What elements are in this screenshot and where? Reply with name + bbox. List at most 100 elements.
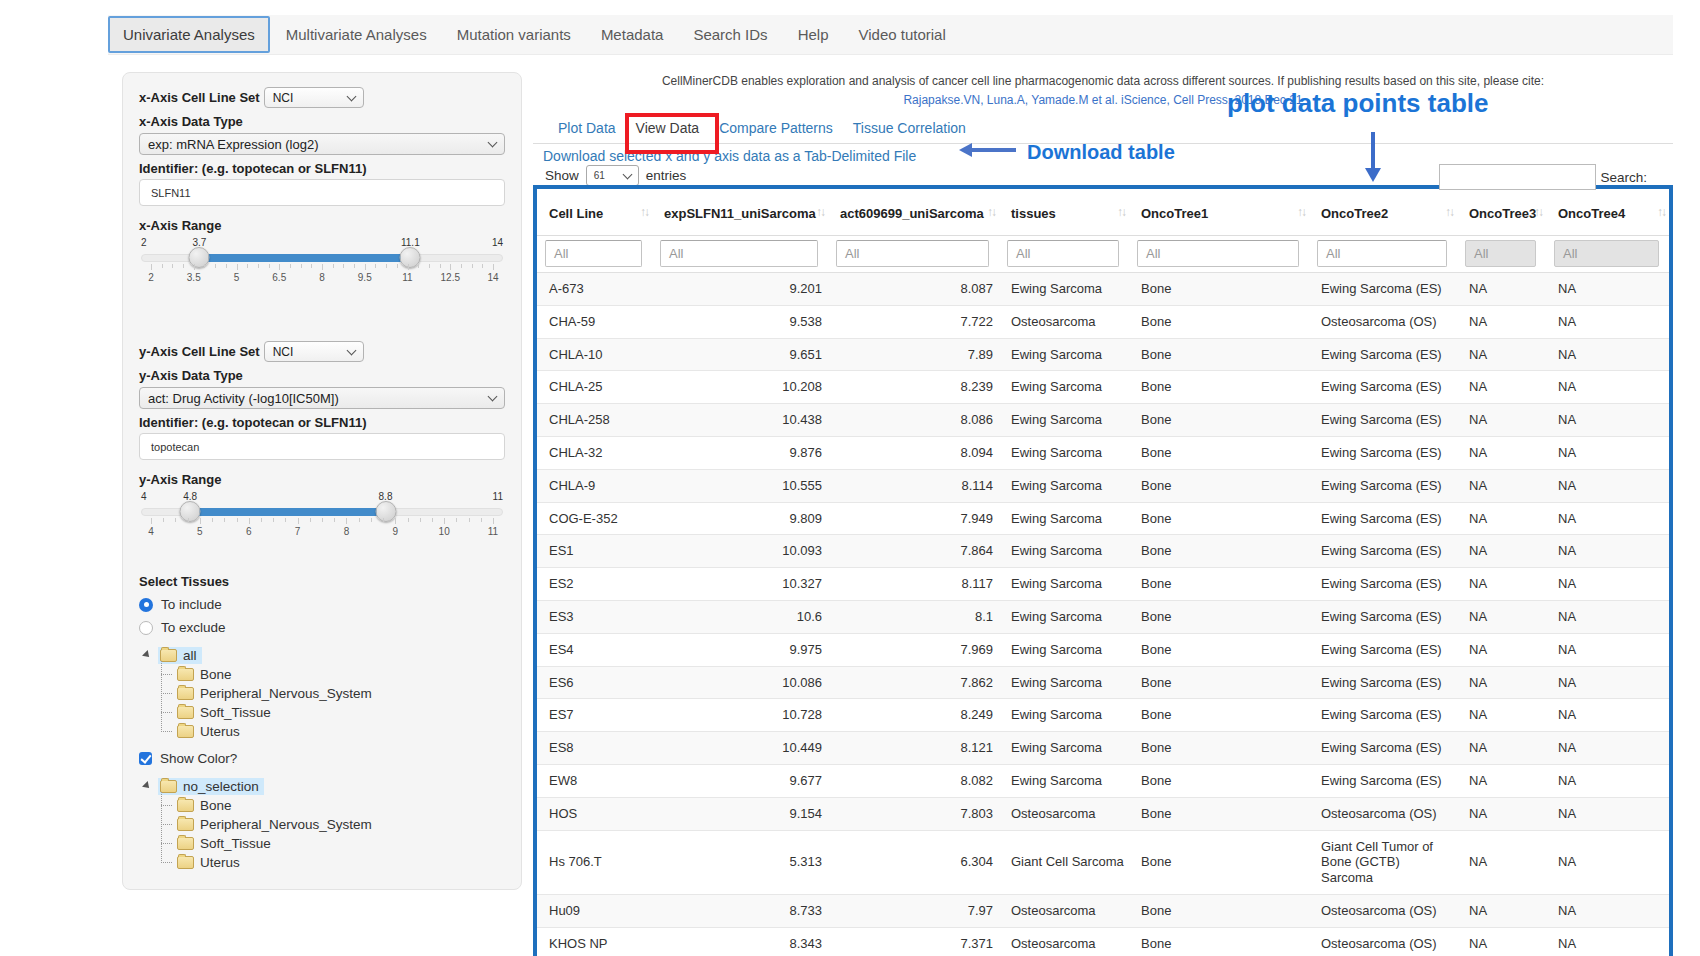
table-row-es8: ES810.4498.121Ewing SarcomaBoneEwing Sar… <box>537 732 1669 765</box>
cell-act609699-unisarcoma: 7.864 <box>828 535 999 568</box>
y-axis-data-type-select[interactable]: act: Drug Activity (-log10[IC50M]) <box>139 387 505 409</box>
cell-oncotree3: NA <box>1457 535 1546 568</box>
y-axis-range-label: y-Axis Range <box>139 472 505 487</box>
x-axis-identifier-input[interactable]: SLFN11 <box>139 179 505 206</box>
cell-cell-line: ES4 <box>537 633 652 666</box>
cell-cell-line: Hu09 <box>537 894 652 927</box>
tree-node-bone[interactable]: Bone <box>139 665 505 684</box>
nav-tab-metadata[interactable]: Metadata <box>601 26 664 43</box>
cell-expslfn11-unisarcoma: 9.975 <box>652 633 828 666</box>
filter-input-oncotree4[interactable]: All <box>1554 240 1659 267</box>
y-axis-identifier-input[interactable]: topotecan <box>139 433 505 460</box>
column-header-oncotree2[interactable]: OncoTree2↑↓ <box>1309 189 1457 236</box>
filter-input-act609699-unisarcoma[interactable]: All <box>836 240 989 267</box>
column-header-oncotree4[interactable]: OncoTree4↑↓ <box>1546 189 1669 236</box>
nav-tab-search-ids[interactable]: Search IDs <box>693 26 767 43</box>
cell-oncotree3: NA <box>1457 894 1546 927</box>
column-header-act609699-unisarcoma[interactable]: act609699_uniSarcoma↑↓ <box>828 189 999 236</box>
chevron-down-icon <box>346 345 356 355</box>
cell-oncotree4: NA <box>1546 502 1669 535</box>
filter-input-expslfn11-unisarcoma[interactable]: All <box>660 240 818 267</box>
tree-node-uterus[interactable]: Uterus <box>139 853 505 872</box>
annotation-down-arrow-head <box>1365 168 1381 182</box>
cell-oncotree2: Ewing Sarcoma (ES) <box>1309 600 1457 633</box>
search-input[interactable] <box>1439 164 1596 190</box>
nav-tab-help[interactable]: Help <box>798 26 829 43</box>
tab-tissue-correlation[interactable]: Tissue Correlation <box>853 120 966 136</box>
cell-expslfn11-unisarcoma: 10.728 <box>652 699 828 732</box>
cell-tissues: Ewing Sarcoma <box>999 371 1129 404</box>
tree-expander-icon[interactable] <box>142 781 152 791</box>
sort-icon[interactable]: ↑↓ <box>1534 205 1542 220</box>
download-link[interactable]: Download selected x and y axis data as a… <box>543 148 916 164</box>
tree-expander-icon[interactable] <box>142 650 152 660</box>
tree-node-soft-tissue[interactable]: Soft_Tissue <box>139 703 505 722</box>
x-axis-data-type-select[interactable]: exp: mRNA Expression (log2) <box>139 133 505 155</box>
cell-oncotree4: NA <box>1546 568 1669 601</box>
tree-node-uterus[interactable]: Uterus <box>139 722 505 741</box>
cell-oncotree1: Bone <box>1129 600 1309 633</box>
sort-icon[interactable]: ↑↓ <box>1297 205 1305 220</box>
tree-node-no-selection[interactable]: no_selection <box>139 776 505 796</box>
tree-node-all[interactable]: all <box>139 645 505 665</box>
nav-tab-video-tutorial[interactable]: Video tutorial <box>858 26 945 43</box>
column-header-tissues[interactable]: tissues↑↓ <box>999 189 1129 236</box>
radio-to-exclude[interactable]: To exclude <box>139 620 505 635</box>
cell-tissues: Ewing Sarcoma <box>999 436 1129 469</box>
tree-node-peripheral-nervous-system[interactable]: Peripheral_Nervous_System <box>139 684 505 703</box>
cell-cell-line: ES7 <box>537 699 652 732</box>
x-axis-range-label: x-Axis Range <box>139 218 505 233</box>
tree-node-bone[interactable]: Bone <box>139 796 505 815</box>
column-header-oncotree1[interactable]: OncoTree1↑↓ <box>1129 189 1309 236</box>
cell-cell-line: ES6 <box>537 666 652 699</box>
slider-handle-from[interactable] <box>180 501 201 522</box>
x-axis-cell-line-set-select[interactable]: NCI <box>264 87 364 108</box>
sort-icon[interactable]: ↑↓ <box>1445 205 1453 220</box>
cell-oncotree1: Bone <box>1129 338 1309 371</box>
cell-oncotree3: NA <box>1457 764 1546 797</box>
filter-input-cell-line[interactable]: All <box>545 240 642 267</box>
column-header-cell-line[interactable]: Cell Line↑↓ <box>537 189 652 236</box>
tree-node-peripheral-nervous-system[interactable]: Peripheral_Nervous_System <box>139 815 505 834</box>
cell-act609699-unisarcoma: 6.304 <box>828 830 999 894</box>
table-row-es7: ES710.7288.249Ewing SarcomaBoneEwing Sar… <box>537 699 1669 732</box>
tree-node-soft-tissue[interactable]: Soft_Tissue <box>139 834 505 853</box>
y-axis-cell-line-set-select[interactable]: NCI <box>264 341 364 362</box>
sort-icon[interactable]: ↑↓ <box>987 205 995 220</box>
tab-compare-patterns[interactable]: Compare Patterns <box>719 120 833 136</box>
cell-oncotree1: Bone <box>1129 666 1309 699</box>
column-header-oncotree3[interactable]: OncoTree3↑↓ <box>1457 189 1546 236</box>
sort-icon[interactable]: ↑↓ <box>640 205 648 220</box>
slider-handle-to[interactable] <box>375 501 396 522</box>
nav-tab-univariate-analyses[interactable]: Univariate Analyses <box>108 16 270 53</box>
radio-to-include[interactable]: To include <box>139 597 505 612</box>
cell-oncotree1: Bone <box>1129 732 1309 765</box>
y-axis-range-slider[interactable]: 4114.88.84567891011 <box>141 491 503 543</box>
sort-icon[interactable]: ↑↓ <box>1657 205 1665 220</box>
folder-icon <box>177 837 194 850</box>
show-color-checkbox[interactable]: Show Color? <box>139 751 505 766</box>
citation-link[interactable]: Rajapakse.VN, Luna.A, Yamade.M et al. iS… <box>533 93 1673 107</box>
cell-oncotree1: Bone <box>1129 633 1309 666</box>
cell-oncotree4: NA <box>1546 666 1669 699</box>
filter-input-oncotree2[interactable]: All <box>1317 240 1447 267</box>
folder-icon <box>177 687 194 700</box>
entries-select[interactable]: 61 <box>586 165 639 186</box>
cell-oncotree2: Ewing Sarcoma (ES) <box>1309 633 1457 666</box>
cell-expslfn11-unisarcoma: 10.6 <box>652 600 828 633</box>
sort-icon[interactable]: ↑↓ <box>816 205 824 220</box>
cell-act609699-unisarcoma: 8.086 <box>828 404 999 437</box>
column-header-expslfn11-unisarcoma[interactable]: expSLFN11_uniSarcoma↑↓ <box>652 189 828 236</box>
cell-oncotree2: Ewing Sarcoma (ES) <box>1309 568 1457 601</box>
filter-input-oncotree1[interactable]: All <box>1137 240 1299 267</box>
cell-tissues: Ewing Sarcoma <box>999 469 1129 502</box>
filter-input-tissues[interactable]: All <box>1007 240 1119 267</box>
cell-oncotree3: NA <box>1457 666 1546 699</box>
tab-plot-data[interactable]: Plot Data <box>558 120 616 136</box>
nav-tab-multivariate-analyses[interactable]: Multivariate Analyses <box>286 26 427 43</box>
x-axis-range-slider[interactable]: 2143.711.123.556.589.51112.514 <box>141 237 503 289</box>
nav-tab-mutation-variants[interactable]: Mutation variants <box>457 26 571 43</box>
filter-input-oncotree3[interactable]: All <box>1465 240 1536 267</box>
sort-icon[interactable]: ↑↓ <box>1117 205 1125 220</box>
slider-handle-from[interactable] <box>189 247 210 268</box>
